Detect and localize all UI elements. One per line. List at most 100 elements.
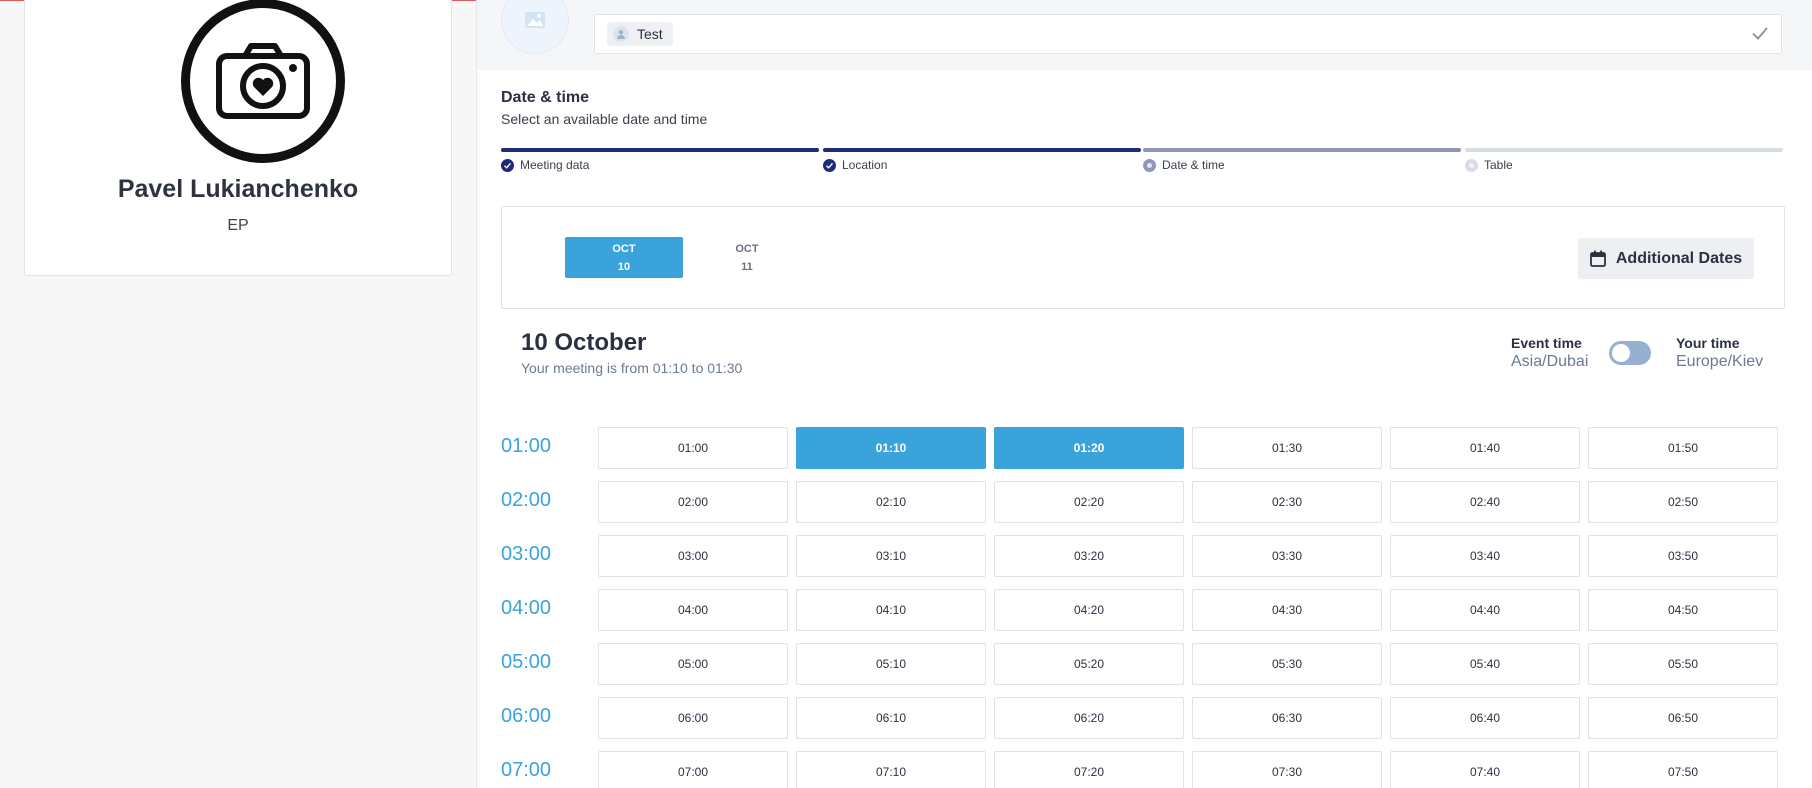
step-label: Table <box>1484 158 1513 172</box>
participants-section: Test <box>477 0 1812 70</box>
time-slot-button[interactable]: 06:10 <box>796 697 986 739</box>
event-time-label: Event time <box>1511 335 1582 351</box>
time-slot-button[interactable]: 07:40 <box>1390 751 1580 788</box>
time-slot-button[interactable]: 03:40 <box>1390 535 1580 577</box>
hour-label: 06:00 <box>501 705 552 727</box>
time-slot-button[interactable]: 04:10 <box>796 589 986 631</box>
step-table[interactable]: Table <box>1465 148 1783 172</box>
additional-dates-button[interactable]: Additional Dates <box>1578 238 1754 279</box>
time-slot-button[interactable]: 02:20 <box>994 481 1184 523</box>
time-slot-button[interactable]: 06:00 <box>598 697 788 739</box>
hour-row: 01:00 01:00 01:10 01:20 01:30 01:40 01:50 <box>477 427 1812 469</box>
time-slot-button[interactable]: 07:00 <box>598 751 788 788</box>
day-subtitle: Your meeting is from 01:10 to 01:30 <box>521 360 743 376</box>
user-icon <box>613 26 629 42</box>
time-slot-button[interactable]: 02:10 <box>796 481 986 523</box>
time-slot-button[interactable]: 04:30 <box>1192 589 1382 631</box>
check-icon[interactable] <box>1751 24 1769 42</box>
participant-chip[interactable]: Test <box>607 22 673 46</box>
step-bar <box>501 148 819 152</box>
date-picker: OCT 10 OCT 11 Additional Dates <box>501 206 1785 309</box>
additional-dates-label: Additional Dates <box>1615 249 1743 267</box>
step-label: Date & time <box>1162 158 1225 172</box>
hour-row: 05:00 05:00 05:10 05:20 05:30 05:40 05:50 <box>477 643 1812 685</box>
time-slot-button[interactable]: 06:50 <box>1588 697 1778 739</box>
toggle-knob <box>1612 344 1630 362</box>
hour-label: 01:00 <box>501 435 552 457</box>
time-slot-button[interactable]: 03:20 <box>994 535 1184 577</box>
image-placeholder[interactable] <box>501 0 569 54</box>
date-tab-day: 10 <box>617 261 631 273</box>
time-slot-button[interactable]: 01:30 <box>1192 427 1382 469</box>
time-slot-button[interactable]: 04:50 <box>1588 589 1778 631</box>
avatar <box>181 0 345 163</box>
step-bar <box>1465 148 1783 152</box>
section-title: Date & time <box>501 89 590 106</box>
time-slot-button[interactable]: 03:50 <box>1588 535 1778 577</box>
time-slot-button[interactable]: 03:30 <box>1192 535 1382 577</box>
time-slot-button[interactable]: 01:00 <box>598 427 788 469</box>
time-slot-button[interactable]: 07:10 <box>796 751 986 788</box>
hour-row: 07:00 07:00 07:10 07:20 07:30 07:40 07:50 <box>477 751 1812 788</box>
profile-subtitle: EP <box>227 217 249 234</box>
time-slot-button[interactable]: 01:20 <box>994 427 1184 469</box>
time-slot-button[interactable]: 03:00 <box>598 535 788 577</box>
time-slot-button[interactable]: 05:50 <box>1588 643 1778 685</box>
image-icon <box>525 12 545 28</box>
profile-card: Pavel Lukianchenko EP <box>24 0 452 276</box>
time-slot-button[interactable]: 03:10 <box>796 535 986 577</box>
hour-row: 02:00 02:00 02:10 02:20 02:30 02:40 02:50 <box>477 481 1812 523</box>
time-slot-button[interactable]: 02:40 <box>1390 481 1580 523</box>
time-slot-button[interactable]: 07:20 <box>994 751 1184 788</box>
date-tab-oct-10[interactable]: OCT 10 <box>565 237 683 278</box>
time-slot-button[interactable]: 04:20 <box>994 589 1184 631</box>
dot-circle-icon <box>1465 158 1478 172</box>
date-tab-oct-11[interactable]: OCT 11 <box>688 237 806 278</box>
time-slot-button[interactable]: 05:10 <box>796 643 986 685</box>
step-location[interactable]: Location <box>823 148 1141 172</box>
hour-row: 06:00 06:00 06:10 06:20 06:30 06:40 06:50 <box>477 697 1812 739</box>
hour-row: 03:00 03:00 03:10 03:20 03:30 03:40 03:50 <box>477 535 1812 577</box>
hour-label: 03:00 <box>501 543 552 565</box>
camera-heart-icon <box>216 43 310 119</box>
time-slot-button[interactable]: 06:20 <box>994 697 1184 739</box>
time-slot-button[interactable]: 01:10 <box>796 427 986 469</box>
event-time-zone: Asia/Dubai <box>1511 353 1589 370</box>
time-slot-button[interactable]: 05:30 <box>1192 643 1382 685</box>
step-meeting-data[interactable]: Meeting data <box>501 148 819 172</box>
time-slot-button[interactable]: 02:30 <box>1192 481 1382 523</box>
day-title: 10 October <box>521 329 647 356</box>
time-slot-button[interactable]: 01:50 <box>1588 427 1778 469</box>
check-circle-icon <box>501 158 514 172</box>
participant-chip-label: Test <box>637 26 663 42</box>
time-slot-button[interactable]: 04:00 <box>598 589 788 631</box>
time-slot-button[interactable]: 05:40 <box>1390 643 1580 685</box>
participants-select[interactable]: Test <box>594 14 1782 54</box>
time-slot-button[interactable]: 07:50 <box>1588 751 1778 788</box>
profile-name: Pavel Lukianchenko <box>117 175 359 203</box>
step-bar <box>1143 148 1461 152</box>
date-tab-month: OCT <box>612 243 636 255</box>
hour-label: 04:00 <box>501 597 552 619</box>
calendar-icon <box>1589 250 1606 267</box>
dot-circle-icon <box>1143 158 1156 172</box>
time-slot-button[interactable]: 02:50 <box>1588 481 1778 523</box>
time-slot-button[interactable]: 06:30 <box>1192 697 1382 739</box>
time-slot-button[interactable]: 01:40 <box>1390 427 1580 469</box>
date-tab-month: OCT <box>735 243 759 255</box>
hour-label: 07:00 <box>501 759 552 781</box>
event-time: Event time Asia/Dubai <box>1511 335 1588 371</box>
hour-label: 02:00 <box>501 489 552 511</box>
timezone-toggle[interactable] <box>1609 341 1651 365</box>
time-slot-button[interactable]: 02:00 <box>598 481 788 523</box>
step-bar <box>823 148 1141 152</box>
time-slot-button[interactable]: 05:00 <box>598 643 788 685</box>
hour-row: 04:00 04:00 04:10 04:20 04:30 04:40 04:50 <box>477 589 1812 631</box>
step-date-time[interactable]: Date & time <box>1143 148 1461 172</box>
time-slot-button[interactable]: 04:40 <box>1390 589 1580 631</box>
time-slot-button[interactable]: 07:30 <box>1192 751 1382 788</box>
check-circle-icon <box>823 158 836 172</box>
time-slot-button[interactable]: 06:40 <box>1390 697 1580 739</box>
time-slot-button[interactable]: 05:20 <box>994 643 1184 685</box>
step-label: Location <box>842 158 888 172</box>
